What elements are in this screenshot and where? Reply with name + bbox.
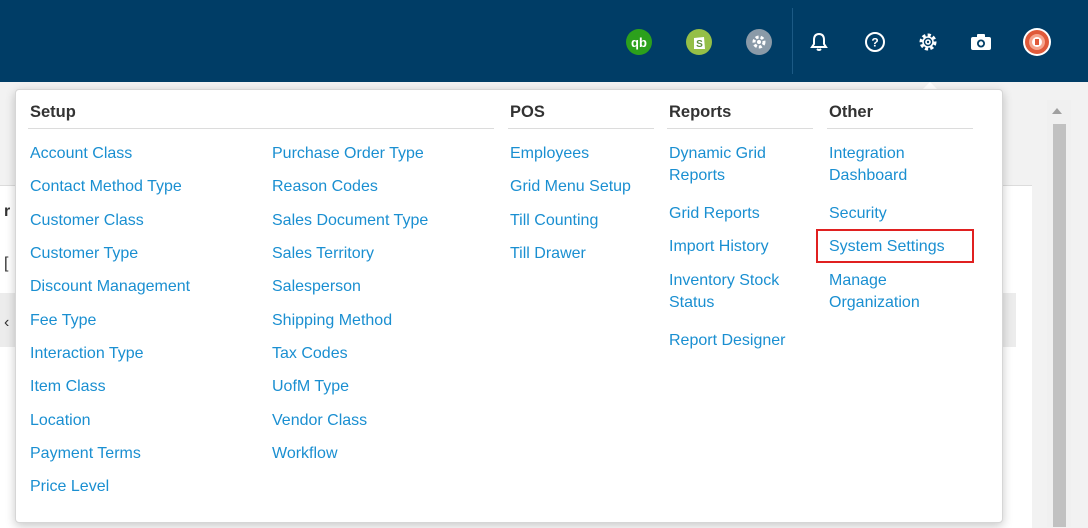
plugin-gear-icon[interactable] xyxy=(746,29,772,55)
menu-item-tax-codes[interactable]: Tax Codes xyxy=(272,343,348,365)
menu-item-item-class[interactable]: Item Class xyxy=(30,376,106,398)
menu-item-till-drawer[interactable]: Till Drawer xyxy=(510,243,586,265)
reports-divider xyxy=(667,128,813,129)
svg-text:qb: qb xyxy=(631,35,647,50)
other-header: Other xyxy=(829,103,874,121)
scroll-up-arrow[interactable] xyxy=(1052,108,1062,114)
menu-item-fee-type[interactable]: Fee Type xyxy=(30,310,96,332)
menu-item-account-class[interactable]: Account Class xyxy=(30,143,132,165)
camera-icon[interactable] xyxy=(968,29,994,55)
bell-icon[interactable] xyxy=(806,29,832,55)
svg-text:S: S xyxy=(696,39,703,50)
setup-divider xyxy=(28,128,494,129)
menu-item-workflow[interactable]: Workflow xyxy=(272,443,338,465)
menu-item-sales-territory[interactable]: Sales Territory xyxy=(272,243,374,265)
setup-header: Setup xyxy=(30,103,76,121)
menu-item-customer-type[interactable]: Customer Type xyxy=(30,243,138,265)
menu-item-location[interactable]: Location xyxy=(30,410,91,432)
menu-item-price-level[interactable]: Price Level xyxy=(30,476,109,498)
menu-item-security[interactable]: Security xyxy=(829,203,887,225)
settings-gear-icon[interactable] xyxy=(915,29,941,55)
menu-item-customer-class[interactable]: Customer Class xyxy=(30,210,144,232)
pos-divider xyxy=(508,128,654,129)
menu-item-dynamic-grid-reports[interactable]: Dynamic Grid Reports xyxy=(669,143,794,187)
quickbooks-icon[interactable]: qb xyxy=(626,29,652,55)
menu-item-discount-management[interactable]: Discount Management xyxy=(30,276,190,298)
menu-item-manage-organization[interactable]: Manage Organization xyxy=(829,270,939,314)
menu-item-interaction-type[interactable]: Interaction Type xyxy=(30,343,144,365)
menu-item-uofm-type[interactable]: UofM Type xyxy=(272,376,349,398)
background-partial-text: ‹ xyxy=(4,314,10,331)
menu-item-report-designer[interactable]: Report Designer xyxy=(669,330,786,352)
shopify-icon[interactable]: S xyxy=(686,29,712,55)
help-icon[interactable]: ? xyxy=(862,29,888,55)
toolbar-separator xyxy=(792,8,793,74)
menu-item-contact-method-type[interactable]: Contact Method Type xyxy=(30,176,182,198)
system-settings-highlight xyxy=(816,229,974,263)
menu-item-shipping-method[interactable]: Shipping Method xyxy=(272,310,392,332)
background-partial-text: [ xyxy=(4,255,9,272)
menu-item-reason-codes[interactable]: Reason Codes xyxy=(272,176,378,198)
menu-item-import-history[interactable]: Import History xyxy=(669,236,769,258)
menu-item-vendor-class[interactable]: Vendor Class xyxy=(272,410,367,432)
other-divider xyxy=(827,128,973,129)
background-partial-text: r xyxy=(4,203,11,220)
menu-item-sales-document-type[interactable]: Sales Document Type xyxy=(272,210,428,232)
menu-item-purchase-order-type[interactable]: Purchase Order Type xyxy=(272,143,424,165)
reports-header: Reports xyxy=(669,103,732,121)
menu-item-till-counting[interactable]: Till Counting xyxy=(510,210,598,232)
pos-header: POS xyxy=(510,103,545,121)
menu-item-payment-terms[interactable]: Payment Terms xyxy=(30,443,141,465)
menu-item-grid-menu-setup[interactable]: Grid Menu Setup xyxy=(510,176,631,198)
menu-item-integration-dashboard[interactable]: Integration Dashboard xyxy=(829,143,929,187)
menu-item-grid-reports[interactable]: Grid Reports xyxy=(669,203,760,225)
menu-item-salesperson[interactable]: Salesperson xyxy=(272,276,361,298)
menu-item-inventory-stock-status[interactable]: Inventory Stock Status xyxy=(669,270,804,314)
user-avatar[interactable] xyxy=(1022,27,1052,57)
svg-text:?: ? xyxy=(871,36,878,50)
menu-item-employees[interactable]: Employees xyxy=(510,143,589,165)
scrollbar-thumb[interactable] xyxy=(1053,124,1066,527)
